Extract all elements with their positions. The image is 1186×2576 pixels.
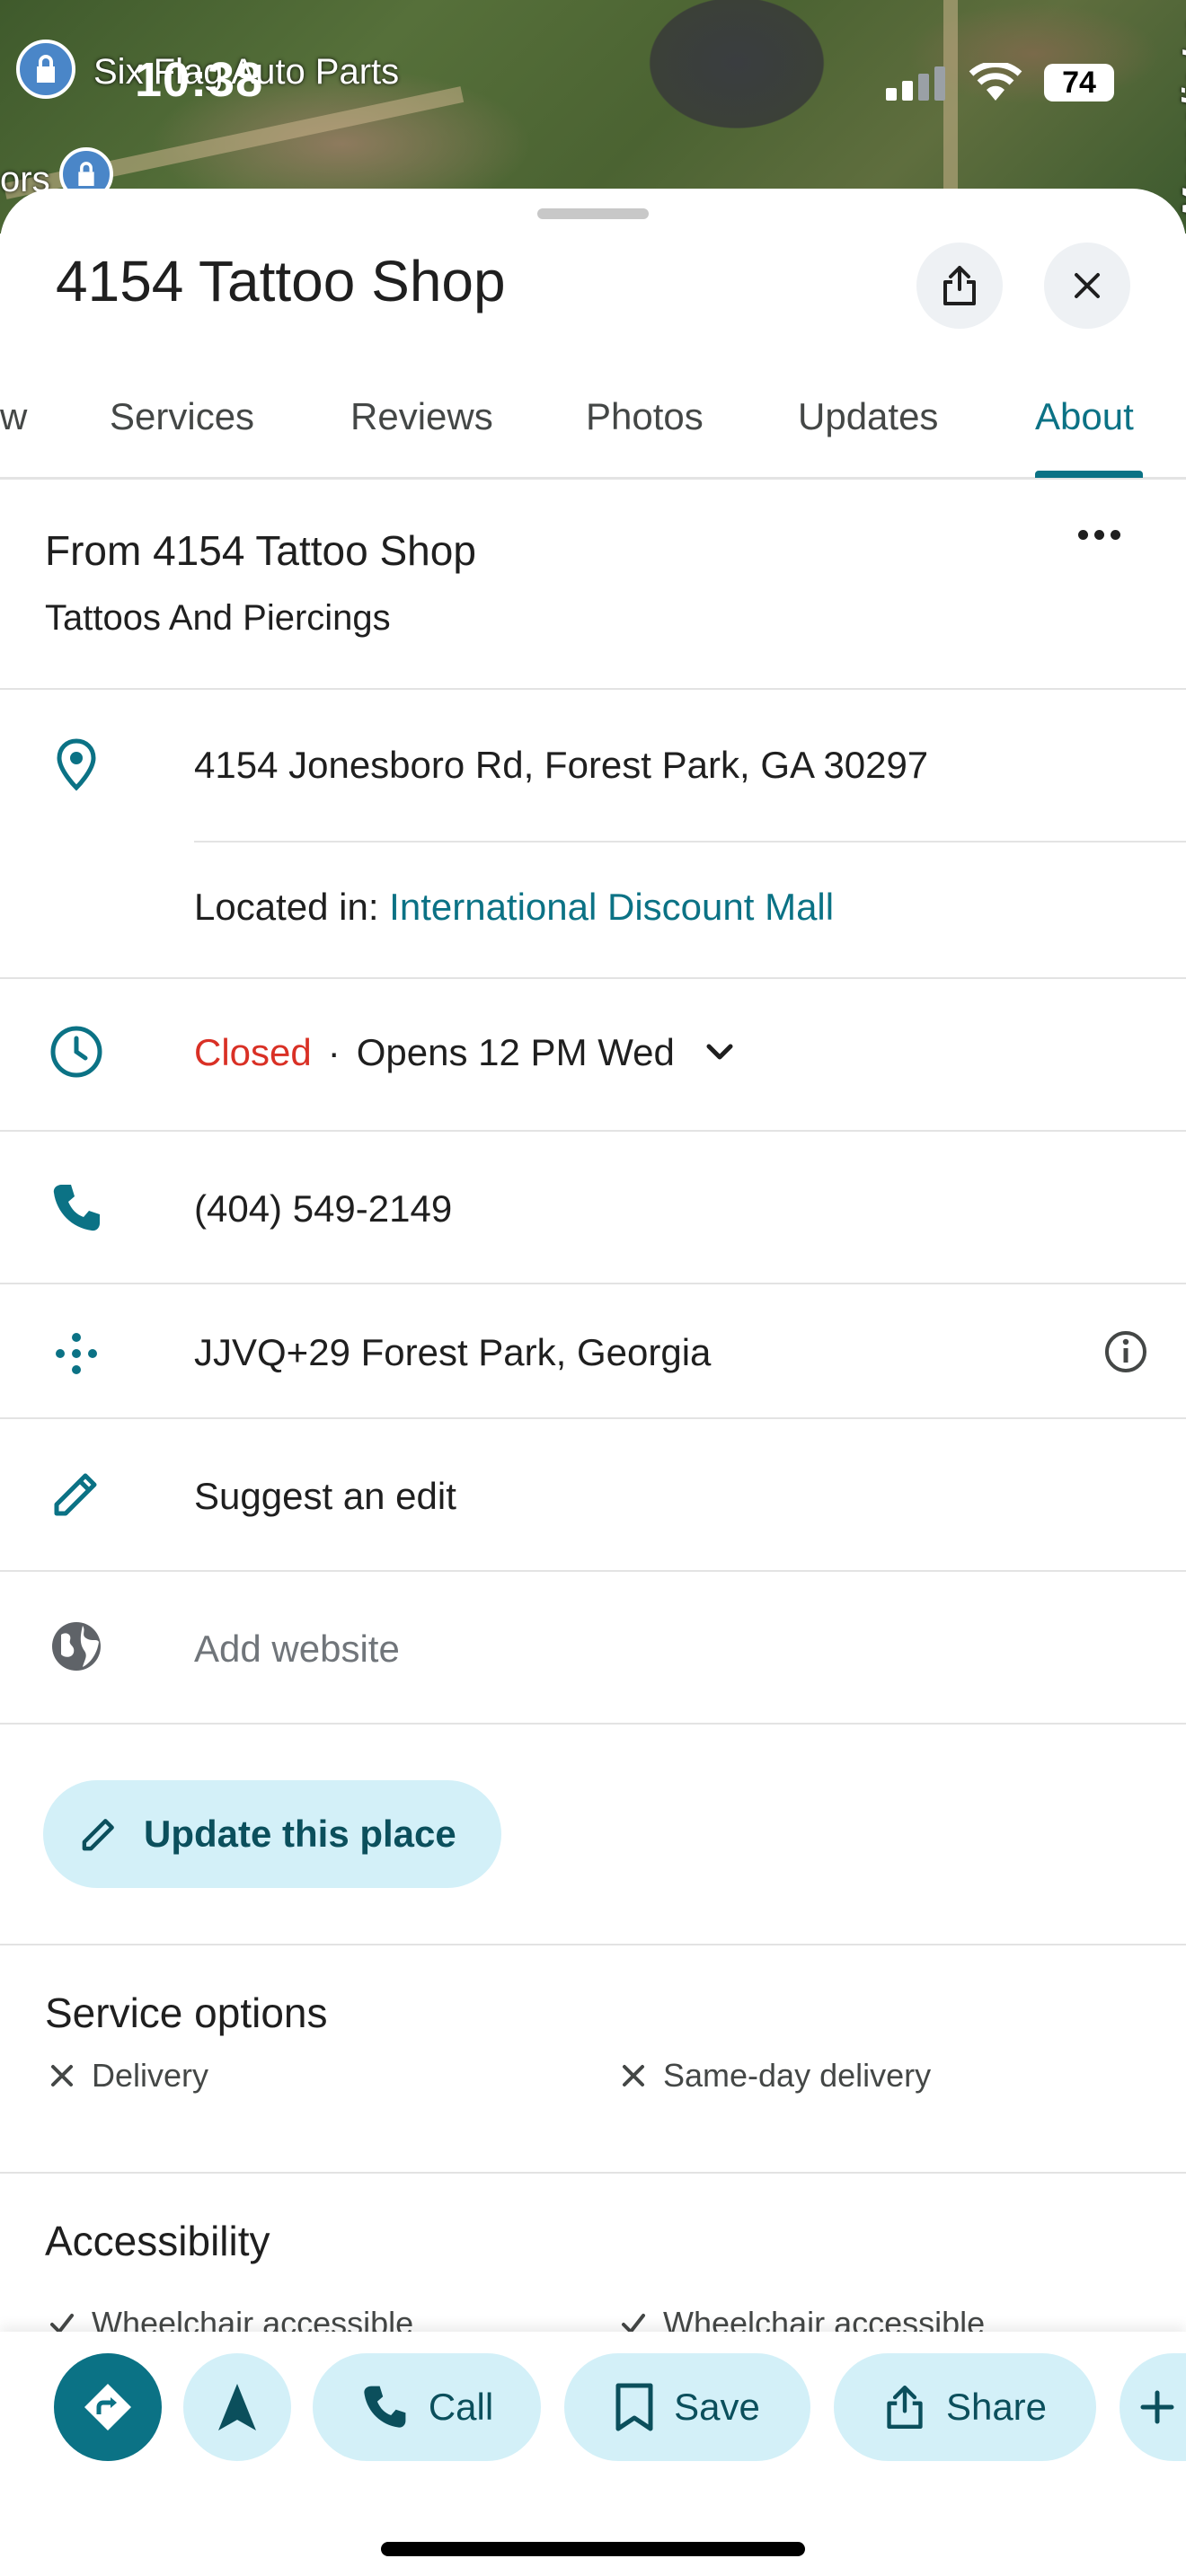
- plus-code-text[interactable]: JJVQ+29 Forest Park, Georgia: [194, 1331, 711, 1374]
- navigation-arrow-icon: [218, 2384, 256, 2430]
- located-in-label: Located in:: [194, 886, 390, 928]
- chevron-down-icon: [706, 1044, 733, 1060]
- phone-icon: [45, 1177, 108, 1239]
- divider: [194, 841, 1186, 842]
- suggest-edit-link[interactable]: Suggest an edit: [194, 1475, 456, 1518]
- plus-icon: [1140, 2390, 1174, 2424]
- more-dot: [1111, 530, 1120, 540]
- service-options-title: Service options: [45, 1989, 328, 2036]
- tab-services[interactable]: Services: [110, 395, 254, 438]
- pencil-icon: [45, 1462, 108, 1525]
- hours-row[interactable]: Closed · Opens 12 PM Wed: [194, 1031, 738, 1074]
- divider: [0, 688, 1186, 690]
- cross-icon: [623, 2065, 644, 2086]
- share-place-button[interactable]: Share: [834, 2353, 1096, 2461]
- divider: [0, 1944, 1186, 1945]
- hours-next-open: Opens 12 PM Wed: [356, 1031, 675, 1073]
- place-title: 4154 Tattoo Shop: [56, 249, 506, 313]
- service-option-label: Same-day delivery: [663, 2057, 932, 2094]
- sheet-grabber[interactable]: [537, 208, 649, 219]
- action-bar: Call Save Share: [0, 2332, 1186, 2576]
- start-navigation-button[interactable]: [183, 2353, 291, 2461]
- cross-icon: [51, 2065, 73, 2086]
- status-icons: 74: [884, 63, 1114, 102]
- more-options-button[interactable]: [1078, 530, 1120, 540]
- more-dot: [1094, 530, 1104, 540]
- tab-about[interactable]: About: [1035, 395, 1134, 438]
- signal-icon: [886, 66, 945, 101]
- call-button[interactable]: Call: [313, 2353, 541, 2461]
- directions-icon: [84, 2384, 131, 2430]
- located-in-link[interactable]: International Discount Mall: [389, 886, 834, 928]
- globe-icon: [45, 1615, 108, 1678]
- update-place-button[interactable]: Update this place: [43, 1780, 501, 1888]
- share-label: Share: [945, 2386, 1048, 2428]
- call-label: Call: [428, 2386, 494, 2428]
- tab-bar: w Services Reviews Photos Updates About: [0, 368, 1186, 480]
- more-dot: [1078, 530, 1088, 540]
- divider: [0, 2172, 1186, 2174]
- phone-number[interactable]: (404) 549-2149: [194, 1187, 452, 1231]
- share-button[interactable]: [916, 243, 1003, 329]
- from-title: From 4154 Tattoo Shop: [45, 527, 476, 574]
- divider: [0, 1283, 1186, 1284]
- service-option-label: Delivery: [92, 2057, 209, 2094]
- status-time: 10:38: [135, 53, 264, 107]
- tab-reviews[interactable]: Reviews: [350, 395, 493, 438]
- info-icon[interactable]: [1103, 1329, 1148, 1379]
- close-button[interactable]: [1044, 243, 1130, 329]
- save-label: Save: [674, 2386, 760, 2428]
- located-in-row: Located in: International Discount Mall: [194, 886, 834, 929]
- plus-code-icon: [45, 1322, 108, 1385]
- service-option-item: Delivery: [49, 2057, 208, 2095]
- accessibility-title: Accessibility: [45, 2218, 270, 2264]
- divider: [0, 977, 1186, 979]
- more-actions-button[interactable]: [1120, 2353, 1186, 2461]
- place-sheet: 4154 Tattoo Shop w Services Reviews Phot…: [0, 189, 1186, 2576]
- home-indicator[interactable]: [381, 2542, 805, 2556]
- pencil-icon: [82, 1819, 114, 1851]
- active-tab-indicator: [1035, 471, 1143, 478]
- divider: [0, 1570, 1186, 1572]
- service-option-item: Same-day delivery: [620, 2057, 931, 2095]
- from-subtitle: Tattoos And Piercings: [45, 598, 391, 638]
- tab-overview[interactable]: w: [0, 395, 27, 438]
- add-website-link[interactable]: Add website: [194, 1628, 400, 1671]
- battery-indicator: 74: [1044, 64, 1114, 101]
- divider: [0, 1417, 1186, 1419]
- clock-icon: [45, 1020, 108, 1083]
- map-pin-icon[interactable]: [16, 40, 75, 99]
- save-button[interactable]: Save: [564, 2353, 810, 2461]
- tab-photos[interactable]: Photos: [586, 395, 704, 438]
- address-text[interactable]: 4154 Jonesboro Rd, Forest Park, GA 30297: [194, 744, 928, 787]
- share-icon: [943, 266, 976, 305]
- hours-separator: ·: [327, 1031, 341, 1073]
- bookmark-icon: [615, 2383, 653, 2431]
- location-pin-icon: [45, 733, 108, 796]
- phone-icon: [364, 2386, 406, 2428]
- tab-updates[interactable]: Updates: [798, 395, 938, 438]
- update-place-label: Update this place: [144, 1813, 456, 1855]
- directions-button[interactable]: [54, 2353, 162, 2461]
- divider: [0, 1130, 1186, 1132]
- share-icon: [887, 2386, 923, 2429]
- wifi-icon: [969, 63, 1022, 101]
- map-street-label: Magnolia Ln: [1177, 18, 1186, 217]
- divider: [0, 1723, 1186, 1725]
- close-icon: [1075, 273, 1100, 298]
- hours-status: Closed: [194, 1031, 312, 1073]
